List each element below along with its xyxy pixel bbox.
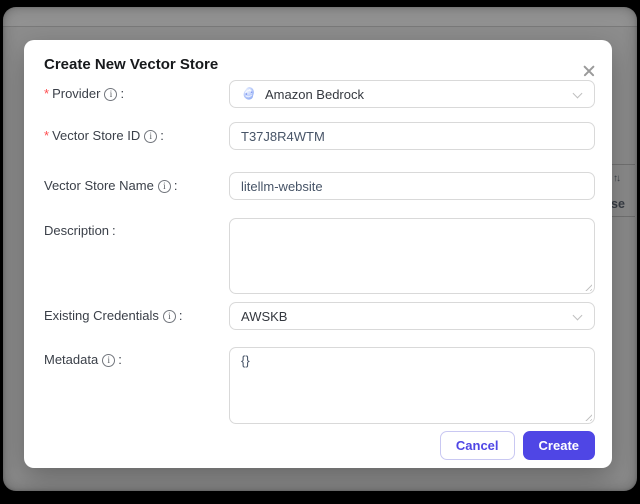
provider-label-text: Provider (52, 86, 101, 101)
required-mark: * (44, 86, 50, 101)
modal-footer: Cancel Create (44, 431, 595, 460)
label-colon: : (118, 352, 122, 367)
info-icon[interactable] (162, 309, 176, 323)
metadata-row: Metadata : {} (44, 347, 595, 424)
label-colon: : (160, 128, 164, 143)
vector-store-name-input[interactable] (229, 172, 595, 200)
existing-credentials-select-value: AWSKB (241, 308, 288, 324)
vector-store-id-row: * Vector Store ID : (44, 122, 595, 150)
vector-store-id-label-text: Vector Store ID (52, 128, 141, 143)
provider-row: * Provider : (44, 80, 595, 108)
required-mark: * (44, 128, 50, 143)
label-colon: : (173, 178, 178, 193)
existing-credentials-select[interactable]: AWSKB (229, 302, 595, 330)
modal-title: Create New Vector Store (44, 56, 219, 73)
info-icon[interactable] (102, 353, 116, 367)
close-x-glyph (582, 64, 596, 78)
app-window-backdrop: ↑↓ se Create New Vector Store * Provider… (3, 7, 637, 491)
label-colon: : (112, 223, 116, 238)
info-icon[interactable] (157, 179, 171, 193)
amazon-bedrock-icon (241, 86, 257, 102)
background-table-divider (609, 216, 635, 217)
background-table-divider (609, 164, 635, 165)
vector-store-name-label: Vector Store Name : (44, 178, 229, 194)
chevron-down-icon (572, 88, 583, 99)
vector-store-name-row: Vector Store Name : (44, 172, 595, 200)
label-colon: : (178, 308, 183, 323)
provider-label: * Provider : (44, 86, 229, 102)
metadata-label-text: Metadata (44, 352, 99, 367)
background-partial-text: se (611, 197, 625, 211)
metadata-label: Metadata : (44, 347, 229, 368)
create-vector-store-modal: Create New Vector Store * Provider : (24, 40, 612, 468)
vector-store-id-input[interactable] (229, 122, 595, 150)
close-icon[interactable] (580, 56, 598, 74)
description-row: Description : (44, 218, 595, 294)
description-label: Description : (44, 218, 229, 239)
cancel-button[interactable]: Cancel (439, 431, 515, 460)
metadata-textarea[interactable]: {} (229, 347, 595, 424)
modal-header: Create New Vector Store (44, 55, 595, 75)
description-label-text: Description (44, 223, 110, 238)
existing-credentials-label: Existing Credentials : (44, 308, 229, 324)
info-icon[interactable] (144, 129, 158, 143)
provider-select[interactable]: Amazon Bedrock (229, 80, 595, 108)
sort-icon: ↑↓ (613, 173, 621, 184)
label-colon: : (120, 86, 125, 101)
provider-select-value: Amazon Bedrock (265, 86, 364, 102)
existing-credentials-row: Existing Credentials : AWSKB (44, 302, 595, 330)
vector-store-name-label-text: Vector Store Name (44, 178, 154, 193)
info-icon[interactable] (104, 87, 118, 101)
vector-store-id-label: * Vector Store ID : (44, 128, 229, 144)
create-button[interactable]: Create (522, 431, 595, 460)
existing-credentials-label-text: Existing Credentials (44, 308, 159, 323)
description-textarea[interactable] (229, 218, 595, 294)
chevron-down-icon (572, 310, 583, 321)
